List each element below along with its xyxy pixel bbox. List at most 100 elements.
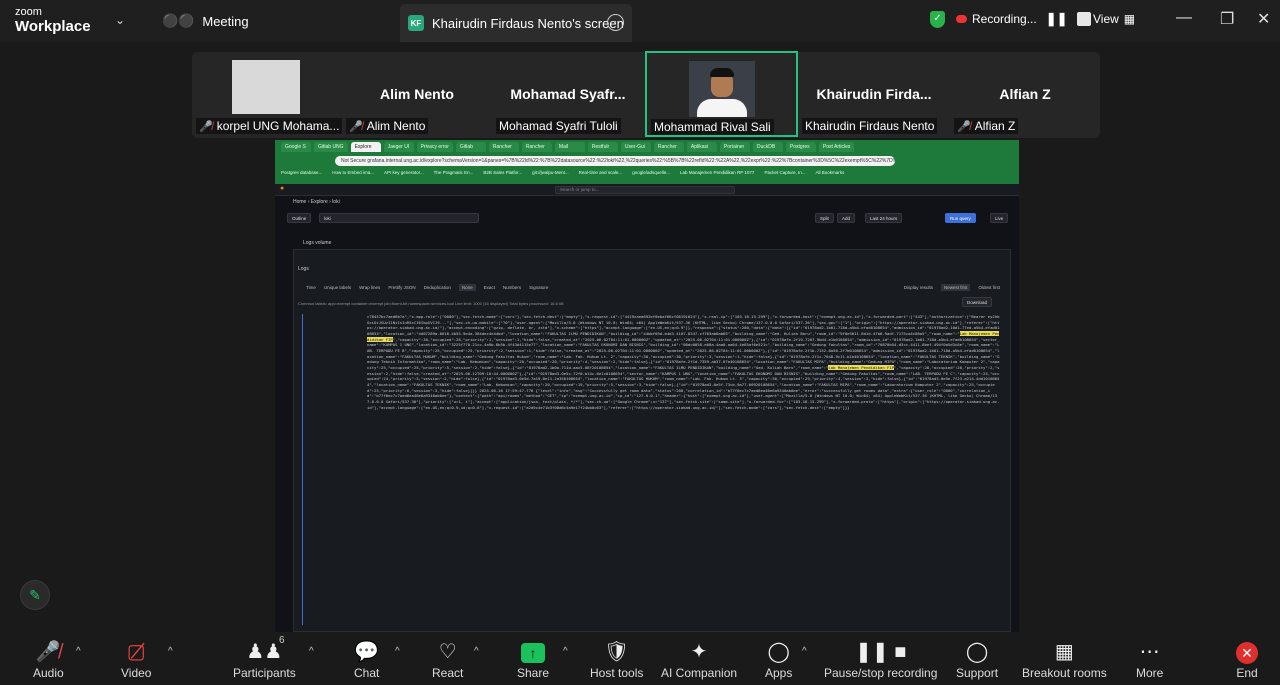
- log-option: Unique labels: [323, 284, 352, 290]
- video-button[interactable]: ▢̸ Video: [121, 640, 151, 680]
- log-option: None: [458, 283, 476, 291]
- browser-tab: Mail: [554, 142, 585, 152]
- participants-options-chevron-icon[interactable]: ^: [309, 646, 314, 657]
- bookmark-item: git://jwalpu-Ment...: [532, 170, 569, 175]
- apps-icon: ◯: [767, 641, 790, 663]
- outline-button: Outline: [287, 213, 312, 223]
- breakout-rooms-icon: ▦: [1054, 641, 1074, 663]
- react-options-chevron-icon[interactable]: ^: [474, 646, 479, 657]
- view-button[interactable]: View ▦: [1093, 12, 1135, 26]
- view-label: View: [1093, 12, 1119, 26]
- encryption-shield-icon[interactable]: ✓: [930, 11, 945, 28]
- video-off-icon: ▢̸: [126, 641, 146, 663]
- react-button[interactable]: ♡ React: [432, 640, 463, 680]
- annotate-pen-icon[interactable]: ✎: [20, 580, 50, 610]
- log-option: Display results: [903, 284, 933, 290]
- participant-video: [689, 61, 755, 117]
- common-labels: Common labels: app=exempt container=exem…: [298, 301, 564, 306]
- log-lines: c78457bc7aed6b?a","x-app-role":["0000"],…: [302, 314, 1000, 625]
- browser-tab: Google S: [281, 142, 311, 152]
- bookmarks-bar: Postgres database... How to Embed ima... A…: [281, 170, 1013, 180]
- recording-cloud-icon: [956, 15, 967, 23]
- chat-button[interactable]: 💬 Chat: [354, 640, 379, 680]
- pause-stop-icon: ❚❚ ■: [855, 641, 907, 663]
- bookmark-item: All Bookmarks: [815, 170, 845, 175]
- browser-chrome: Google S Gitlab UNG Explore Jaeger UI Privac…: [275, 140, 1019, 184]
- browser-tab: User-Gui: [620, 142, 651, 152]
- participant-name: Alfian Z: [999, 86, 1051, 102]
- audio-button[interactable]: 🎤̸ Audio: [33, 640, 64, 680]
- participant-tile[interactable]: Alfian Z 🎤̸ Alfian Z: [950, 52, 1100, 136]
- log-option: Numbers: [502, 284, 522, 290]
- apps-button[interactable]: ◯ Apps: [765, 640, 792, 680]
- restore-window-icon[interactable]: ❐: [1220, 9, 1234, 29]
- participant-name: Alim Nento: [380, 86, 454, 102]
- bookmark-item: B2B Sales Platfor...: [483, 170, 523, 175]
- browser-address-bar: Not Secure grafana.internal.ung.ac.id/ex…: [335, 156, 895, 166]
- minimize-icon[interactable]: —: [1176, 9, 1192, 27]
- pause-recording-icon[interactable]: ❚❚: [1046, 11, 1068, 27]
- close-window-icon[interactable]: ✕: [1257, 9, 1270, 29]
- highlighted-search-match: Lab Manajemen Pendidikan FIP: [828, 364, 895, 370]
- audio-options-chevron-icon[interactable]: ^: [76, 646, 81, 657]
- browser-tab: Privacy error: [416, 142, 453, 152]
- logs-volume-header: Logs volume: [303, 240, 332, 246]
- more-options-icon[interactable]: ···: [607, 14, 624, 31]
- browser-tab: Gitlab UNG: [314, 142, 348, 152]
- datasource-picker: loki: [319, 213, 479, 223]
- participant-caption: Mohamad Syafri Tuloli: [496, 118, 621, 134]
- browser-tab: Post Articles: [818, 142, 855, 152]
- stop-recording-icon[interactable]: [1076, 12, 1091, 26]
- logs-panel: Logs Time Unique labels Wrap lines Prettify…: [293, 249, 1011, 632]
- video-options-chevron-icon[interactable]: ^: [168, 646, 173, 657]
- share-avatar-badge: KF: [408, 15, 424, 31]
- pause-stop-recording-button[interactable]: ❚❚ ■ Pause/stop recording: [824, 640, 937, 680]
- bookmark-item: API key generator...: [384, 170, 424, 175]
- top-bar: zoom Workplace ⌄ ⚫⚫ Meeting KF Khairudin…: [0, 0, 1280, 42]
- share-tab[interactable]: KF Khairudin Firdaus Nento's screen ···: [400, 4, 632, 42]
- participant-tile[interactable]: Alim Nento 🎤̸ Alim Nento: [342, 52, 492, 136]
- browser-tab: DuckDB: [752, 142, 783, 152]
- end-button[interactable]: ✕ End: [1236, 640, 1258, 680]
- end-call-icon: ✕: [1236, 642, 1258, 664]
- browser-tab: Gitlab: [455, 142, 486, 152]
- share-button[interactable]: ↑ Share: [517, 640, 549, 680]
- browser-tab: Portainer: [719, 142, 750, 152]
- host-tools-button[interactable]: 🛡 Host tools: [590, 640, 643, 680]
- share-options-chevron-icon[interactable]: ^: [563, 646, 568, 657]
- browser-tabs: Google S Gitlab UNG Explore Jaeger UI Privac…: [281, 142, 1015, 154]
- participant-caption: 🎤̸ korpel UNG Mohama...: [196, 118, 343, 134]
- participants-button[interactable]: ♟♟ Participants: [233, 640, 296, 680]
- browser-tab: Rancher: [521, 142, 552, 152]
- sparkle-icon: ✦: [690, 641, 708, 663]
- time-range-picker: Last 24 hours: [865, 213, 903, 223]
- recording-label: Recording...: [972, 12, 1037, 26]
- heart-icon: ♡: [438, 641, 457, 663]
- log-option: Time: [306, 284, 316, 290]
- meeting-button[interactable]: ⚫⚫ Meeting: [162, 13, 249, 29]
- support-icon: ◯: [965, 641, 989, 663]
- grid-view-icon: ▦: [1123, 12, 1136, 26]
- logo-chevron-down-icon[interactable]: ⌄: [115, 13, 125, 27]
- chat-options-chevron-icon[interactable]: ^: [395, 646, 400, 657]
- grafana-logo-icon: ●: [280, 185, 285, 192]
- participant-video-thumbnail: [232, 60, 300, 114]
- mic-muted-icon: 🎤̸: [35, 641, 61, 663]
- log-option: Oldest first: [978, 284, 1000, 290]
- participant-tile[interactable]: Khairudin Firda... Khairudin Firdaus Nen…: [798, 52, 950, 136]
- apps-options-chevron-icon[interactable]: ^: [802, 646, 807, 657]
- mic-muted-icon: 🎤̸: [957, 120, 971, 133]
- add-button: Add: [837, 213, 856, 223]
- breakout-rooms-button[interactable]: ▦ Breakout rooms: [1022, 640, 1107, 680]
- participant-tile[interactable]: 🎤̸ korpel UNG Mohama...: [192, 52, 343, 136]
- recording-indicator[interactable]: Recording... ❚❚: [956, 11, 1091, 27]
- more-button[interactable]: ⋯ More: [1136, 640, 1163, 680]
- participant-tile[interactable]: Mohamad Syafr... Mohamad Syafri Tuloli: [492, 52, 644, 136]
- participant-name: Khairudin Firda...: [816, 86, 932, 102]
- support-button[interactable]: ◯ Support: [956, 640, 998, 680]
- bookmark-item: Real-time and scale...: [578, 170, 623, 175]
- bookmark-item: Postgres database...: [281, 170, 323, 175]
- participant-tile-active-speaker[interactable]: Mohammad Rival Sali: [645, 51, 798, 137]
- mic-muted-icon: 🎤̸: [349, 120, 363, 133]
- ai-companion-button[interactable]: ✦ AI Companion: [661, 640, 737, 680]
